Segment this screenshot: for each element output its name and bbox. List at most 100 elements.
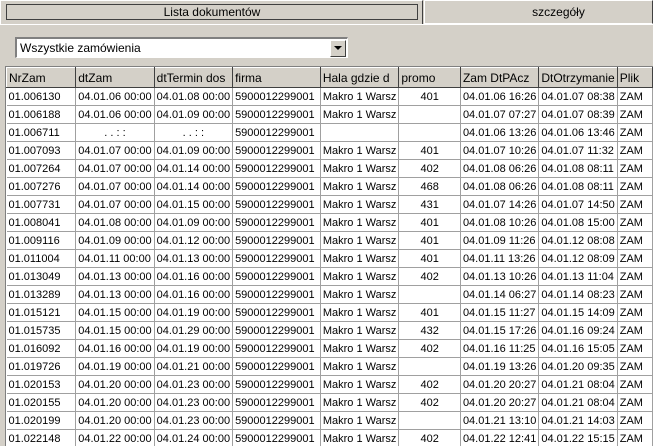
table-row[interactable]: 01.01573504.01.15 00:0004.01.29 00:00590…	[7, 322, 653, 340]
table-cell	[399, 358, 461, 376]
table-cell: 04.01.23 00:00	[154, 394, 232, 412]
table-cell: 5900012299001	[233, 142, 321, 160]
table-row[interactable]: 01.00911604.01.09 00:0004.01.12 00:00590…	[7, 232, 653, 250]
tab-documents-label: Lista dokumentów	[6, 4, 418, 20]
table-cell: 04.01.09 00:00	[154, 214, 232, 232]
table-cell: 468	[399, 178, 461, 196]
table-cell: ZAM	[617, 196, 652, 214]
table-cell: ZAM	[617, 178, 652, 196]
table-cell: Makro 1 Warsz	[320, 250, 399, 268]
table-cell: 04.01.16 15:05	[539, 340, 617, 358]
table-row[interactable]: 01.01304904.01.13 00:0004.01.16 00:00590…	[7, 268, 653, 286]
table-cell: 01.009116	[7, 232, 76, 250]
table-cell: 04.01.15 00:00	[76, 322, 154, 340]
table-cell: ZAM	[617, 268, 652, 286]
table-cell: 5900012299001	[233, 340, 321, 358]
table-cell: 01.020153	[7, 376, 76, 394]
table-cell: ZAM	[617, 124, 652, 142]
table-cell: 01.016092	[7, 340, 76, 358]
table-cell: 01.006188	[7, 106, 76, 124]
table-cell: 04.01.08 08:11	[539, 160, 617, 178]
table-cell: 402	[399, 394, 461, 412]
table-cell: 01.006711	[7, 124, 76, 142]
table-cell: 01.011004	[7, 250, 76, 268]
table-row[interactable]: 01.01972604.01.19 00:0004.01.21 00:00590…	[7, 358, 653, 376]
table-row[interactable]: 01.00709304.01.07 00:0004.01.09 00:00590…	[7, 142, 653, 160]
table-cell: ZAM	[617, 412, 652, 430]
table-cell: Makro 1 Warsz	[320, 358, 399, 376]
table-cell: 04.01.21 00:00	[154, 358, 232, 376]
column-header[interactable]: Plik	[617, 68, 652, 88]
table-cell: 04.01.07 08:38	[539, 88, 617, 106]
table-cell: Makro 1 Warsz	[320, 232, 399, 250]
tab-details[interactable]: szczegóły	[424, 0, 653, 24]
table-cell: 04.01.07 00:00	[76, 196, 154, 214]
table-row[interactable]: 01.00618804.01.06 00:0004.01.09 00:00590…	[7, 106, 653, 124]
table-row[interactable]: 01.00613004.01.06 00:0004.01.08 00:00590…	[7, 88, 653, 106]
table-cell: 5900012299001	[233, 196, 321, 214]
table-row[interactable]: 01.00773104.01.07 00:0004.01.15 00:00590…	[7, 196, 653, 214]
tab-documents-list[interactable]: Lista dokumentów	[0, 0, 423, 24]
table-cell: Makro 1 Warsz	[320, 196, 399, 214]
table-row[interactable]: 01.01609204.01.16 00:0004.01.19 00:00590…	[7, 340, 653, 358]
table-cell: ZAM	[617, 286, 652, 304]
table-cell: 04.01.21 13:10	[460, 412, 538, 430]
column-header[interactable]: Zam DtPAcz	[460, 68, 538, 88]
table-cell: 04.01.08 08:11	[539, 178, 617, 196]
table-cell: 04.01.14 08:23	[539, 286, 617, 304]
order-filter-dropdown[interactable]: Wszystkie zamówienia	[15, 37, 348, 58]
table-cell: ZAM	[617, 214, 652, 232]
table-cell: 04.01.15 14:09	[539, 304, 617, 322]
table-cell: 04.01.20 20:27	[460, 376, 538, 394]
table-cell	[320, 124, 399, 142]
table-cell: Makro 1 Warsz	[320, 106, 399, 124]
table-cell: 04.01.11 13:26	[460, 250, 538, 268]
column-header[interactable]: Hala gdzie d	[320, 68, 399, 88]
table-cell	[399, 412, 461, 430]
table-cell: 5900012299001	[233, 268, 321, 286]
table-cell: 04.01.06 00:00	[76, 106, 154, 124]
table-cell: 04.01.09 11:26	[460, 232, 538, 250]
table-row[interactable]: 01.00804104.01.08 00:0004.01.09 00:00590…	[7, 214, 653, 232]
table-cell	[399, 286, 461, 304]
table-row[interactable]: 01.00727604.01.07 00:0004.01.14 00:00590…	[7, 178, 653, 196]
dropdown-button[interactable]	[330, 40, 346, 57]
table-cell: 04.01.07 00:00	[76, 142, 154, 160]
column-header[interactable]: promo	[399, 68, 461, 88]
table-row[interactable]: 01.02015504.01.20 00:0004.01.23 00:00590…	[7, 394, 653, 412]
table-cell: 04.01.12 08:08	[539, 232, 617, 250]
table-cell: Makro 1 Warsz	[320, 394, 399, 412]
table-cell: 04.01.15 17:26	[460, 322, 538, 340]
table-cell: 01.015735	[7, 322, 76, 340]
table-row[interactable]: 01.01328904.01.13 00:0004.01.16 00:00590…	[7, 286, 653, 304]
table-cell: 401	[399, 88, 461, 106]
table-cell: 04.01.06 16:26	[460, 88, 538, 106]
orders-grid[interactable]: NrZamdtZamdtTermin dosfirmaHala gdzie dp…	[5, 66, 653, 446]
column-header[interactable]: dtTermin dos	[154, 68, 232, 88]
table-cell: 5900012299001	[233, 250, 321, 268]
table-cell: Makro 1 Warsz	[320, 430, 399, 446]
column-header[interactable]: dtZam	[76, 68, 154, 88]
table-cell: ZAM	[617, 304, 652, 322]
table-cell: Makro 1 Warsz	[320, 322, 399, 340]
table-cell: 5900012299001	[233, 124, 321, 142]
table-cell: 5900012299001	[233, 178, 321, 196]
table-row[interactable]: 01.01100404.01.11 00:0004.01.13 00:00590…	[7, 250, 653, 268]
column-header[interactable]: NrZam	[7, 68, 76, 88]
table-row[interactable]: 01.02015304.01.20 00:0004.01.23 00:00590…	[7, 376, 653, 394]
table-cell: 5900012299001	[233, 160, 321, 178]
table-cell: Makro 1 Warsz	[320, 268, 399, 286]
table-row[interactable]: 01.006711. . : :. . : :590001229900104.0…	[7, 124, 653, 142]
table-cell: 04.01.16 00:00	[76, 340, 154, 358]
table-cell: 04.01.22 00:00	[76, 430, 154, 446]
table-cell: 04.01.07 14:26	[460, 196, 538, 214]
column-header[interactable]: firma	[233, 68, 321, 88]
table-row[interactable]: 01.01512104.01.15 00:0004.01.19 00:00590…	[7, 304, 653, 322]
table-row[interactable]: 01.00726404.01.07 00:0004.01.14 00:00590…	[7, 160, 653, 178]
table-row[interactable]: 01.02019904.01.20 00:0004.01.23 00:00590…	[7, 412, 653, 430]
table-cell: 431	[399, 196, 461, 214]
table-cell: 01.015121	[7, 304, 76, 322]
table-row[interactable]: 01.02214804.01.22 00:0004.01.24 00:00590…	[7, 430, 653, 446]
column-header[interactable]: DtOtrzymanie	[539, 68, 617, 88]
table-cell: 04.01.14 06:27	[460, 286, 538, 304]
